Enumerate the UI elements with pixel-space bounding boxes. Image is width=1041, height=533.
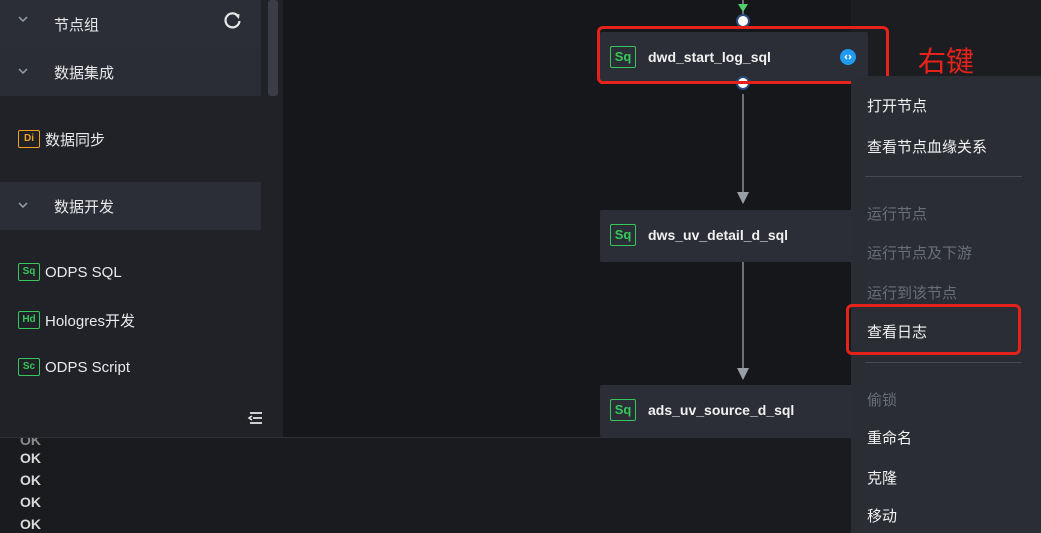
- odps-script-icon: Sc: [18, 358, 40, 376]
- chevron-down-icon: [17, 65, 29, 77]
- menu-divider: [865, 176, 1022, 177]
- sidebar-scrollbar[interactable]: [268, 0, 278, 96]
- highlight-box-node: [597, 26, 889, 84]
- menu-item-open-node[interactable]: 打开节点: [867, 95, 927, 116]
- dag-canvas[interactable]: Sq dwd_start_log_sql 右键 Sq dws_uv_detail…: [283, 0, 946, 437]
- log-line: OK: [20, 472, 41, 488]
- log-panel: OK OK OK OK OK: [0, 437, 851, 533]
- refresh-icon[interactable]: [222, 9, 244, 31]
- node-label: dws_uv_detail_d_sql: [648, 227, 789, 243]
- section-data-integration[interactable]: 数据集成: [0, 48, 261, 96]
- menu-item-move[interactable]: 移动: [867, 505, 897, 526]
- sidebar-item-odps-sql[interactable]: Sq ODPS SQL: [0, 256, 261, 288]
- menu-item-run-downstream[interactable]: 运行节点及下游: [867, 242, 972, 263]
- menu-item-clone[interactable]: 克隆: [867, 467, 897, 488]
- menu-item-run-node[interactable]: 运行节点: [867, 203, 927, 224]
- sidebar-item-label: ODPS Script: [45, 358, 131, 376]
- sql-node-icon: Sq: [610, 224, 636, 246]
- menu-item-rename[interactable]: 重命名: [867, 427, 912, 448]
- menu-item-run-to-node[interactable]: 运行到该节点: [867, 282, 957, 303]
- dag-node-dws-uv-detail[interactable]: Sq dws_uv_detail_d_sql: [600, 210, 868, 262]
- log-line: OK: [20, 494, 41, 510]
- sidebar-item-label: Hologres开发: [45, 312, 136, 330]
- odps-sql-icon: Sq: [18, 263, 40, 281]
- sidebar-item-label: 数据同步: [45, 131, 106, 149]
- incoming-arrow-icon: [738, 4, 748, 12]
- sql-node-icon: Sq: [610, 399, 636, 421]
- node-label: ads_uv_source_d_sql: [648, 402, 795, 418]
- chevron-down-icon: [17, 13, 29, 25]
- sidebar-item-data-sync[interactable]: Di 数据同步: [0, 123, 261, 155]
- collapse-sidebar-icon[interactable]: [246, 408, 266, 428]
- section-label: 数据集成: [54, 64, 115, 82]
- menu-item-view-lineage[interactable]: 查看节点血缘关系: [867, 136, 987, 157]
- section-label: 数据开发: [54, 198, 115, 216]
- section-data-dev[interactable]: 数据开发: [0, 182, 261, 230]
- section-node-group[interactable]: 节点组: [0, 0, 261, 48]
- right-click-label: 右键: [918, 45, 975, 78]
- log-line: OK: [20, 437, 41, 448]
- data-integration-icon: Di: [18, 130, 40, 148]
- sidebar-item-hologres[interactable]: Hd Hologres开发: [0, 304, 261, 336]
- highlight-box-view-log: [846, 304, 1021, 355]
- hologres-icon: Hd: [18, 311, 40, 329]
- section-label: 节点组: [54, 16, 100, 34]
- sidebar: 节点组 数据集成 Di 数据同步 数据开发 Sq ODPS SQL Hd Hol…: [0, 0, 283, 437]
- log-line: OK: [20, 450, 41, 466]
- dag-node-ads-uv-source[interactable]: Sq ads_uv_source_d_sql: [600, 385, 868, 437]
- menu-divider: [865, 362, 1022, 363]
- chevron-down-icon: [17, 199, 29, 211]
- menu-item-lock[interactable]: 偷锁: [867, 389, 897, 410]
- log-line: OK: [20, 516, 41, 532]
- sidebar-item-label: ODPS SQL: [45, 263, 122, 281]
- sidebar-item-odps-script[interactable]: Sc ODPS Script: [0, 351, 261, 383]
